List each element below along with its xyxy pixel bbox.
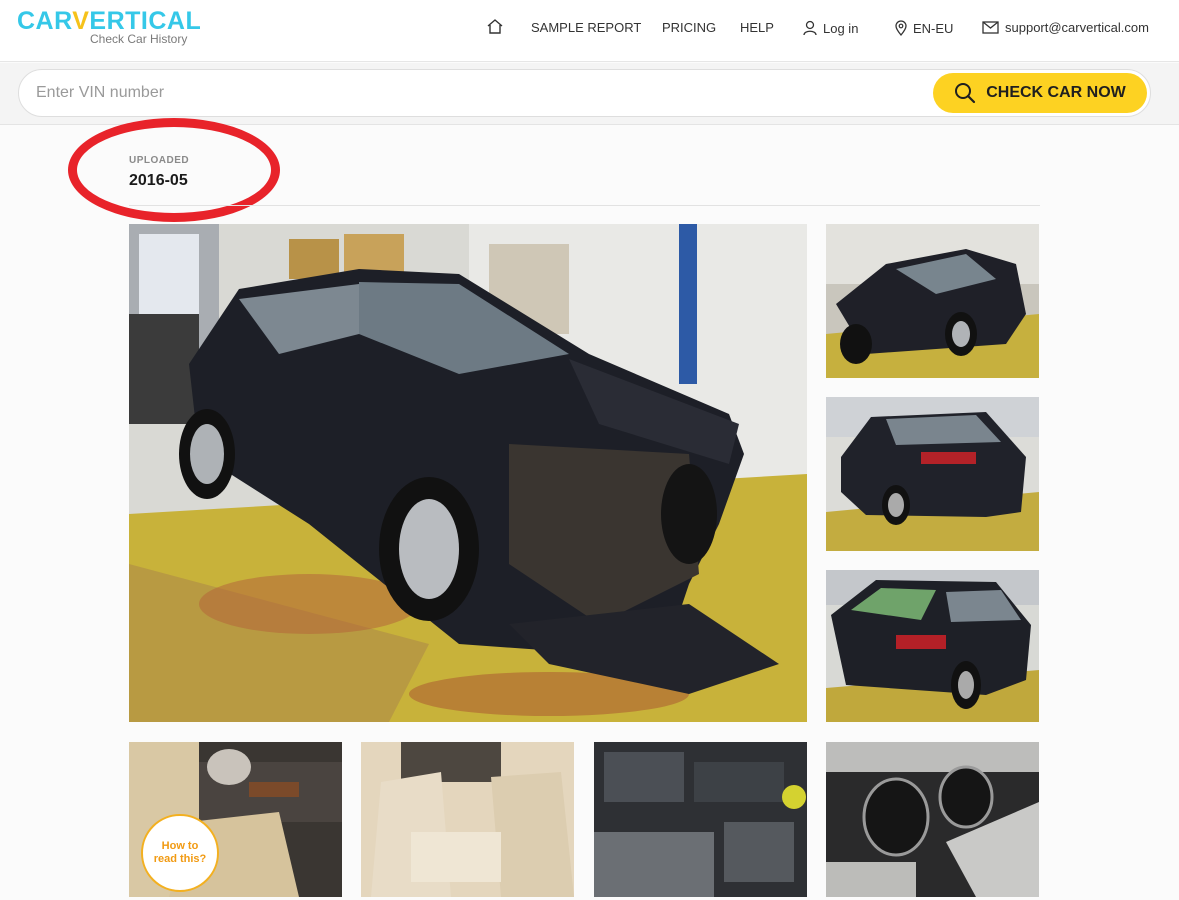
nav-login-label: Log in [823,20,859,36]
nav-email[interactable]: support@carvertical.com [982,20,1149,35]
nav-help[interactable]: HELP [740,20,774,35]
section-divider [129,205,1040,206]
suv-rear-quarter-image [826,570,1039,722]
nav-pricing[interactable]: PRICING [662,20,716,35]
mail-icon [982,21,999,34]
nav-help-label: HELP [740,20,774,35]
vin-search-box: CHECK CAR NOW [18,69,1151,117]
instrument-cluster-image [826,742,1039,897]
top-nav: SAMPLE REPORT PRICING HELP Log in EN-EU … [0,18,1179,40]
nav-sample-report[interactable]: SAMPLE REPORT [531,20,641,35]
site-header: CARVERTICAL Check Car History SAMPLE REP… [0,0,1179,62]
location-pin-icon [895,20,907,36]
damaged-suv-front-image [129,224,807,722]
upload-label: UPLOADED [129,155,190,166]
nav-login[interactable]: Log in [803,20,858,36]
nav-language[interactable]: EN-EU [895,20,953,36]
suv-rear-image [826,397,1039,551]
upload-info: UPLOADED 2016-05 [129,155,189,190]
check-car-now-button[interactable]: CHECK CAR NOW [933,73,1147,113]
vin-input[interactable] [36,70,916,116]
engine-bay-image [594,742,807,897]
vin-search-bar: CHECK CAR NOW [0,63,1179,125]
thumbnail-3[interactable] [826,570,1039,722]
main-car-photo[interactable] [129,224,807,722]
check-car-now-label: CHECK CAR NOW [986,84,1126,101]
thumbnail-1[interactable] [826,224,1039,378]
upload-date: 2016-05 [129,172,188,189]
how-to-read-label: How to read this? [153,840,207,865]
thumbnail-7[interactable] [826,742,1039,897]
home-icon [487,19,503,34]
nav-email-label: support@carvertical.com [1005,20,1149,35]
seats-image [361,742,574,897]
thumbnail-2[interactable] [826,397,1039,551]
thumbnail-5[interactable] [361,742,574,897]
nav-home[interactable] [486,18,504,34]
nav-sample-report-label: SAMPLE REPORT [531,20,642,35]
user-icon [803,20,817,36]
thumbnail-6[interactable] [594,742,807,897]
nav-pricing-label: PRICING [662,20,717,35]
damaged-suv-side-front-image [826,224,1039,378]
nav-language-label: EN-EU [913,20,954,36]
search-icon [955,83,976,104]
how-to-read-button[interactable]: How to read this? [141,814,219,892]
